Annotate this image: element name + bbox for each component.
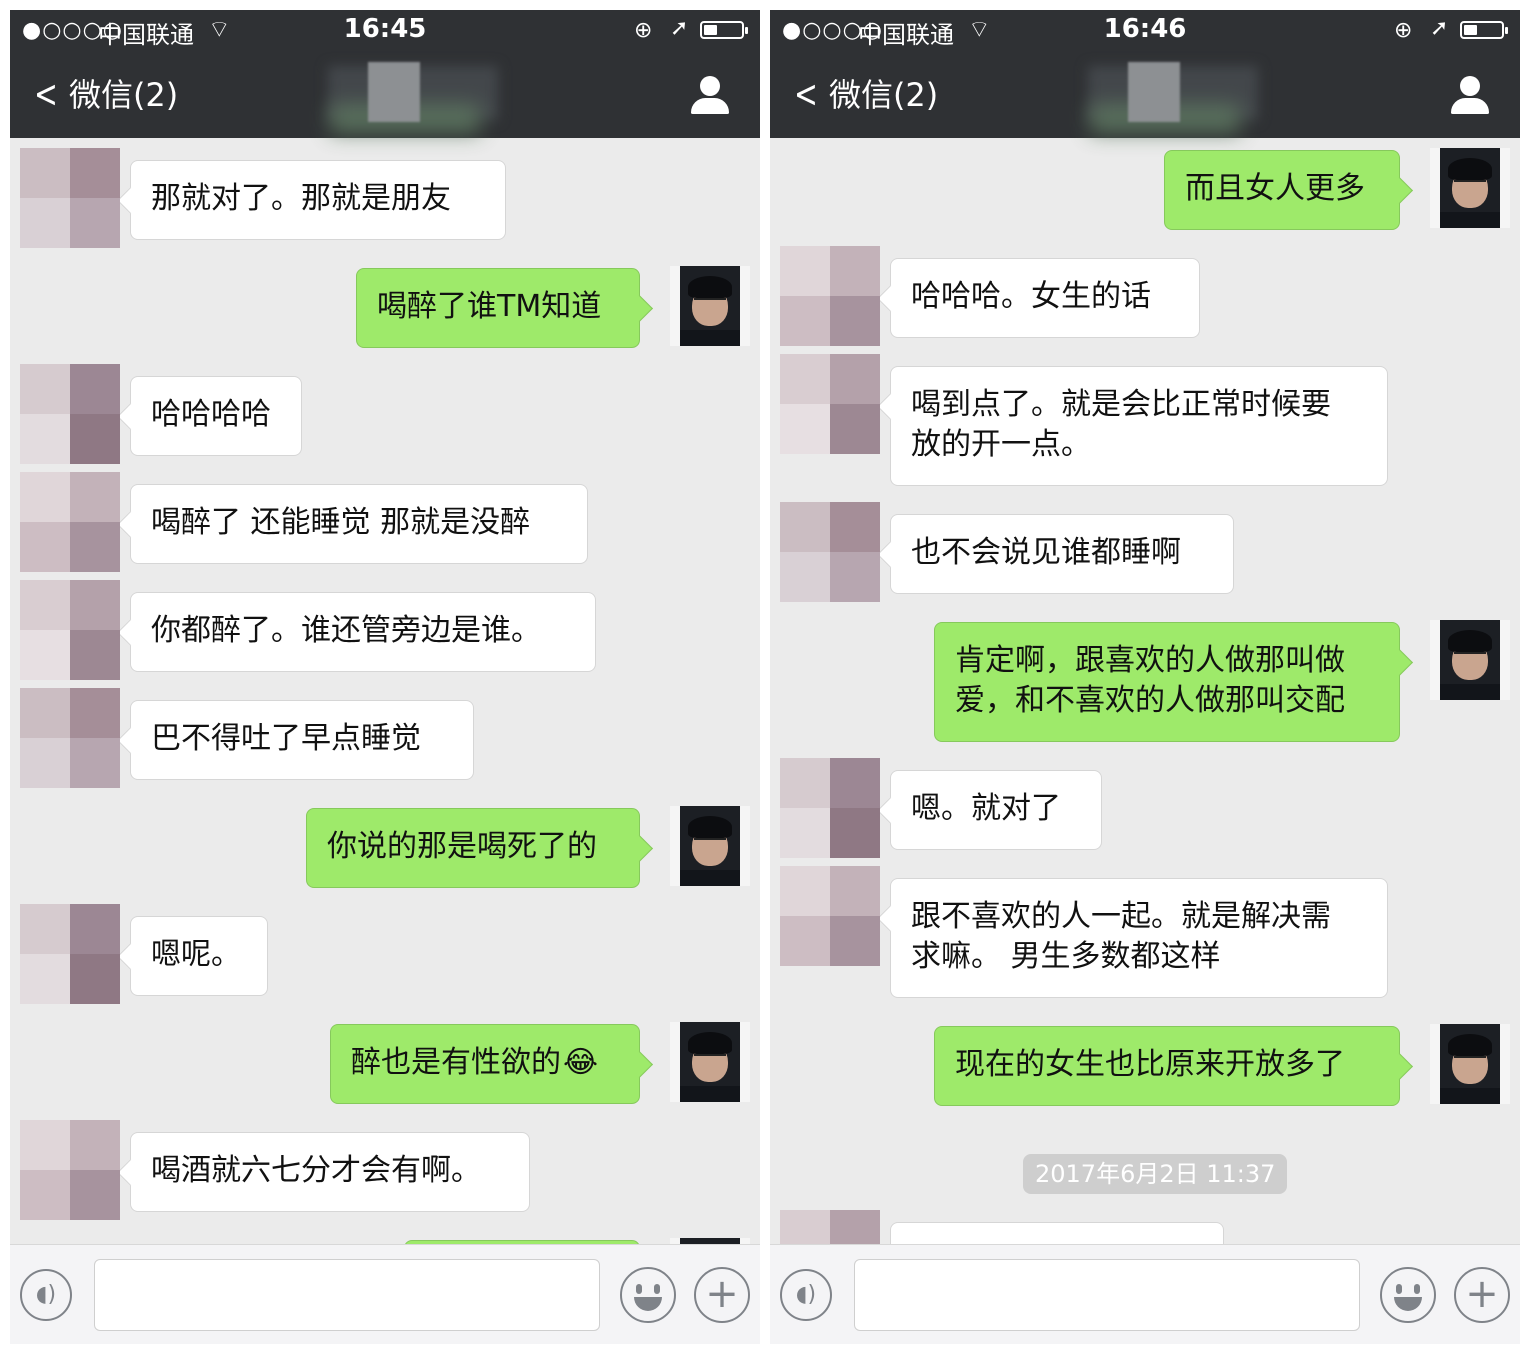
contact-avatar[interactable] (20, 688, 120, 788)
contact-avatar[interactable] (780, 1210, 880, 1244)
message-text: 喝醉了谁TM知道 (377, 289, 602, 324)
chevron-left-icon: < (793, 72, 818, 116)
received-message-bubble[interactable]: 喝醉了 还能睡觉 那就是没醉 (130, 484, 588, 564)
chat-screen-left: ●○○○○ 中国联通 ⌔ 16:45 ⊕ ➚ < 微信(2) 那就对了。那就是朋… (10, 10, 760, 1344)
contact-avatar[interactable] (780, 354, 880, 454)
sent-message-bubble[interactable]: 喝醉了谁TM知道 (356, 268, 640, 348)
timestamp-badge: 2017年6月2日 11:37 (1023, 1154, 1288, 1194)
navigation-bar: ●○○○○ 中国联通 ⌔ 16:45 ⊕ ➚ < 微信(2) (10, 10, 760, 138)
my-avatar[interactable] (670, 806, 750, 886)
contact-avatar[interactable] (20, 1120, 120, 1220)
battery-level (704, 25, 717, 35)
battery-icon (1460, 21, 1508, 39)
contact-avatar[interactable] (20, 148, 120, 248)
received-message-bubble[interactable]: 喝酒就六七分才会有啊。 (130, 1132, 530, 1212)
received-message-bubble[interactable]: 喝到点了。就是会比正常时候要 放的开一点。 (890, 366, 1388, 486)
input-toolbar: ◖) + (770, 1244, 1520, 1344)
person-icon[interactable] (680, 68, 740, 118)
sent-message-bubble[interactable]: 肯定啊，跟喜欢的人做那叫做 爱，和不喜欢的人做那叫交配 (934, 622, 1400, 742)
message-text: 哈哈哈哈 (151, 397, 271, 432)
person-icon[interactable] (1440, 68, 1500, 118)
message-text: 嗯呢。 (151, 937, 241, 972)
battery-level (1464, 25, 1477, 35)
chat-title-blurred (1080, 58, 1260, 138)
smiley-icon[interactable] (1380, 1267, 1436, 1323)
voice-icon[interactable]: ◖) (20, 1269, 72, 1321)
received-message-bubble[interactable]: 嗯呢。 (130, 916, 268, 996)
message-text: 喝到点了。就是会比正常时候要 放的开一点。 (911, 387, 1331, 462)
status-bar: ●○○○○ 中国联通 ⌔ 16:46 ⊕ ➚ (770, 10, 1520, 50)
my-avatar[interactable] (1430, 1024, 1510, 1104)
contact-avatar[interactable] (780, 502, 880, 602)
received-message-bubble[interactable]: 你都醉了。谁还管旁边是谁。 (130, 592, 596, 672)
rotation-lock-icon: ⊕ (634, 18, 653, 43)
sent-message-bubble[interactable]: 现在的女生也比原来开放多了 (934, 1026, 1400, 1106)
message-text: 哈哈哈。女生的话 (911, 279, 1151, 314)
my-avatar[interactable] (1430, 620, 1510, 700)
message-text: 而且女人更多 (1185, 171, 1365, 206)
location-arrow-icon: ➚ (1430, 16, 1449, 41)
sent-message-bubble[interactable]: 你说的那是喝死了的 (306, 808, 640, 888)
received-message-bubble[interactable]: 也不会说见谁都睡啊 (890, 514, 1234, 594)
input-toolbar: ◖) + (10, 1244, 760, 1344)
received-message-bubble[interactable] (890, 1222, 1224, 1244)
message-text: 肯定啊，跟喜欢的人做那叫做 爱，和不喜欢的人做那叫交配 (955, 643, 1345, 718)
message-text: 跟不喜欢的人一起。就是解决需 求嘛。 男生多数都这样 (911, 899, 1331, 974)
message-text: 嗯。就对了 (911, 791, 1061, 826)
contact-avatar[interactable] (20, 904, 120, 1004)
contact-avatar[interactable] (780, 758, 880, 858)
contact-avatar[interactable] (20, 580, 120, 680)
message-text: 那就对了。那就是朋友 (151, 181, 451, 216)
rotation-lock-icon: ⊕ (1394, 18, 1413, 43)
back-label: 微信(2) (68, 76, 179, 114)
message-text: 你都醉了。谁还管旁边是谁。 (151, 613, 541, 648)
received-message-bubble[interactable]: 跟不喜欢的人一起。就是解决需 求嘛。 男生多数都这样 (890, 878, 1388, 998)
battery-icon (700, 21, 748, 39)
message-text: 醉也是有性欲的 (351, 1045, 561, 1080)
back-button[interactable]: < 微信(2) (790, 72, 938, 118)
my-avatar[interactable] (1430, 148, 1510, 228)
received-message-bubble[interactable]: 嗯。就对了 (890, 770, 1102, 850)
sent-message-bubble[interactable]: 而且女人更多 (1164, 150, 1400, 230)
my-avatar[interactable] (670, 266, 750, 346)
sent-message-bubble[interactable]: 醉也是有性欲的😂 (330, 1024, 640, 1104)
smiley-icon[interactable] (620, 1267, 676, 1323)
received-message-bubble[interactable]: 巴不得吐了早点睡觉 (130, 700, 474, 780)
message-text: 喝酒就六七分才会有啊。 (151, 1153, 481, 1188)
message-input[interactable] (854, 1259, 1360, 1331)
contact-avatar[interactable] (780, 246, 880, 346)
chat-title-blurred (320, 58, 500, 138)
message-text: 你说的那是喝死了的 (327, 829, 597, 864)
received-message-bubble[interactable]: 那就对了。那就是朋友 (130, 160, 506, 240)
plus-icon[interactable]: + (694, 1267, 750, 1323)
message-text: 也不会说见谁都睡啊 (911, 535, 1181, 570)
back-button[interactable]: < 微信(2) (30, 72, 178, 118)
contact-avatar[interactable] (20, 364, 120, 464)
received-message-bubble[interactable]: 哈哈哈。女生的话 (890, 258, 1200, 338)
chevron-left-icon: < (33, 72, 58, 116)
contact-avatar[interactable] (780, 866, 880, 966)
chat-screen-right: ●○○○○ 中国联通 ⌔ 16:46 ⊕ ➚ < 微信(2) 2017年6月2日… (770, 10, 1520, 1344)
back-label: 微信(2) (828, 76, 939, 114)
plus-icon[interactable]: + (1454, 1267, 1510, 1323)
my-avatar[interactable] (670, 1022, 750, 1102)
message-list: 2017年6月2日 11:37 而且女人更多哈哈哈。女生的话喝到点了。就是会比正… (770, 138, 1520, 1244)
navigation-bar: ●○○○○ 中国联通 ⌔ 16:46 ⊕ ➚ < 微信(2) (770, 10, 1520, 138)
laughing-emoji-icon: 😂 (563, 1045, 599, 1080)
contact-avatar[interactable] (20, 472, 120, 572)
message-text: 现在的女生也比原来开放多了 (955, 1047, 1345, 1082)
message-text: 巴不得吐了早点睡觉 (151, 721, 421, 756)
message-input[interactable] (94, 1259, 600, 1331)
voice-icon[interactable]: ◖) (780, 1269, 832, 1321)
status-bar: ●○○○○ 中国联通 ⌔ 16:45 ⊕ ➚ (10, 10, 760, 50)
message-text: 喝醉了 还能睡觉 那就是没醉 (151, 505, 531, 540)
location-arrow-icon: ➚ (670, 16, 689, 41)
message-list: 那就对了。那就是朋友喝醉了谁TM知道哈哈哈哈喝醉了 还能睡觉 那就是没醉 你都醉了… (10, 138, 760, 1244)
received-message-bubble[interactable]: 哈哈哈哈 (130, 376, 302, 456)
